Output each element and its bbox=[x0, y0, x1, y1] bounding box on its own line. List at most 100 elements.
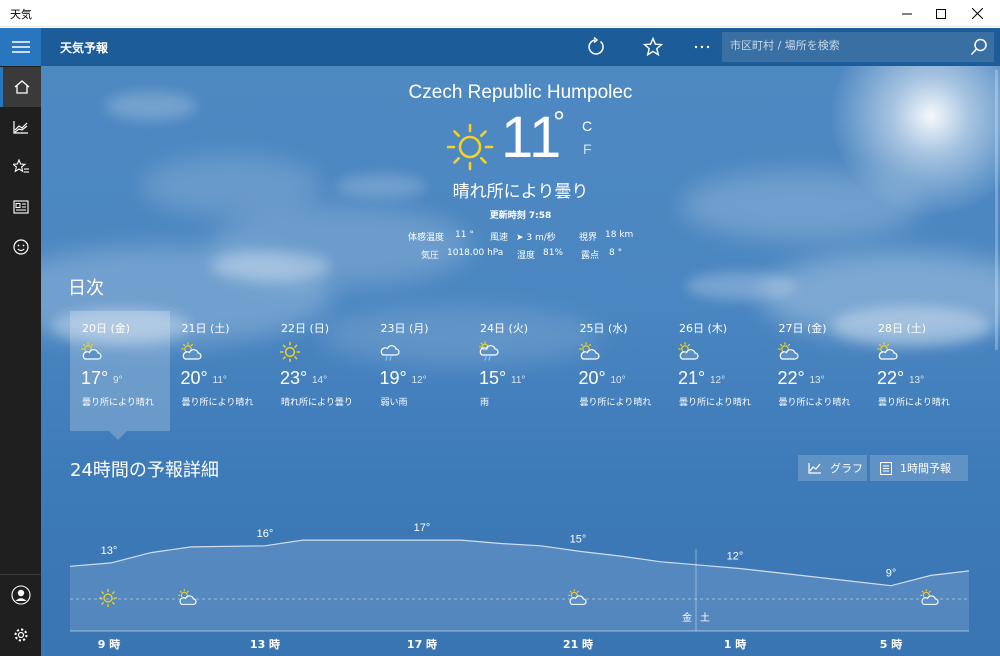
nav-home[interactable] bbox=[0, 67, 41, 107]
unit-fahrenheit-toggle[interactable]: F bbox=[583, 141, 592, 157]
settings-button[interactable] bbox=[0, 615, 41, 655]
more-icon bbox=[694, 45, 710, 49]
day-condition: 曇り所により晴れ bbox=[579, 398, 652, 408]
app-header: 天気予報 bbox=[0, 28, 1000, 66]
day-high: 15° bbox=[479, 368, 507, 388]
temperature-label: 17° bbox=[414, 522, 431, 534]
search-input[interactable] bbox=[730, 39, 960, 52]
day-low: 11° bbox=[511, 375, 526, 386]
time-label: 13 時 bbox=[250, 637, 280, 651]
day-high: 23° bbox=[280, 368, 308, 388]
day-condition: 弱い雨 bbox=[380, 398, 408, 408]
day-condition: 雨 bbox=[480, 398, 490, 408]
refresh-button[interactable] bbox=[584, 35, 608, 59]
nav-favorites[interactable] bbox=[0, 147, 41, 187]
list-icon bbox=[880, 461, 892, 475]
current-condition: 晴れ所により曇り bbox=[452, 182, 589, 202]
day-card[interactable]: 28日 (土) 22° 13° 曇り所により晴れ bbox=[866, 311, 966, 431]
day-card[interactable]: 25日 (水) 20° 10° 曇り所により晴れ bbox=[568, 311, 668, 431]
day-low: 9° bbox=[113, 375, 123, 386]
day-card[interactable]: 26日 (木) 21° 12° 曇り所により晴れ bbox=[667, 311, 767, 431]
account-button[interactable] bbox=[0, 575, 41, 615]
rain-icon bbox=[478, 341, 500, 367]
window-title: 天気 bbox=[10, 8, 32, 21]
visibility-label: 視界 bbox=[579, 233, 598, 243]
day-card[interactable]: 21日 (土) 20° 11° 曇り所により晴れ bbox=[170, 311, 270, 431]
feels-like-label: 体感温度 bbox=[408, 233, 445, 243]
time-label: 5 時 bbox=[880, 637, 902, 651]
temperature-label: 13° bbox=[101, 545, 118, 557]
sun-icon bbox=[279, 341, 301, 367]
day-date: 25日 (水) bbox=[579, 322, 628, 335]
day-date: 26日 (木) bbox=[679, 322, 728, 335]
wind-label: 風速 bbox=[490, 233, 509, 243]
more-options-button[interactable] bbox=[690, 35, 714, 59]
unit-celsius-toggle[interactable]: C bbox=[582, 118, 592, 134]
temperature-label: 15° bbox=[570, 534, 587, 546]
partly-cloudy-icon bbox=[80, 341, 102, 367]
close-icon bbox=[971, 8, 983, 19]
day-low: 13° bbox=[809, 375, 825, 386]
partly-cloudy-icon bbox=[180, 341, 202, 367]
graph-button-label: グラフ bbox=[830, 462, 863, 475]
news-icon bbox=[12, 200, 29, 214]
nav-life[interactable] bbox=[0, 227, 41, 267]
sun-icon bbox=[446, 123, 494, 171]
minimize-icon bbox=[902, 13, 912, 14]
day-card[interactable]: 24日 (火) 15° 11° 雨 bbox=[468, 311, 568, 431]
temperature-area bbox=[70, 540, 969, 631]
humidity-value: 81% bbox=[543, 248, 564, 258]
hourly-section-title: 24時間の予報詳細 bbox=[70, 460, 219, 481]
partly-cloudy-icon bbox=[677, 341, 699, 367]
day-date: 24日 (火) bbox=[480, 322, 529, 335]
feels-like-value: 11 ° bbox=[455, 230, 474, 240]
day-high: 20° bbox=[578, 368, 606, 388]
location-name: Czech Republic Humpolec bbox=[408, 82, 633, 103]
app-title: 天気予報 bbox=[60, 41, 109, 55]
day-card[interactable]: 22日 (日) 23° 14° 晴れ所により曇り bbox=[269, 311, 369, 431]
chart-icon bbox=[12, 121, 28, 134]
wind-value: ➤ 3 m/秒 bbox=[516, 233, 556, 243]
day-condition: 曇り所により晴れ bbox=[679, 398, 751, 408]
hourly-chart: 金土 13° 16° 17° 15° 12° 9° 9 時 13 時 17 時 21 時 1 時 5 時 bbox=[69, 522, 970, 651]
nav-historical[interactable] bbox=[0, 107, 41, 147]
partly-cloudy-icon bbox=[568, 589, 587, 605]
hourly-list-button[interactable]: 1時間予報 bbox=[870, 455, 968, 481]
search-button[interactable] bbox=[968, 36, 990, 58]
close-button[interactable] bbox=[954, 0, 1000, 27]
updated-time: 更新時刻 7:58 bbox=[489, 211, 552, 221]
pressure-value: 1018.00 hPa bbox=[447, 248, 504, 258]
day-high: 21° bbox=[678, 368, 706, 388]
sun-icon bbox=[98, 588, 118, 608]
day-low: 11° bbox=[212, 375, 227, 386]
time-label: 21 時 bbox=[563, 637, 593, 651]
search-icon bbox=[970, 38, 987, 56]
day-condition: 曇り所により晴れ bbox=[878, 398, 950, 408]
time-label: 1 時 bbox=[724, 637, 746, 651]
day-low: 12° bbox=[710, 375, 726, 386]
day-high: 22° bbox=[877, 368, 905, 388]
day-date: 22日 (日) bbox=[281, 322, 330, 335]
search-box bbox=[722, 32, 994, 62]
time-label: 9 時 bbox=[98, 637, 120, 651]
day-card[interactable]: 20日 (金) 17° 9° 曇り所により晴れ bbox=[70, 311, 170, 431]
temperature-label: 9° bbox=[886, 568, 897, 580]
graph-view-button[interactable]: グラフ bbox=[798, 455, 867, 481]
day-high: 22° bbox=[777, 368, 805, 388]
nav-news[interactable] bbox=[0, 187, 41, 227]
hamburger-menu-button[interactable] bbox=[0, 28, 41, 66]
navigation-rail bbox=[0, 66, 41, 656]
day-date: 20日 (金) bbox=[82, 322, 131, 335]
favorite-button[interactable] bbox=[641, 35, 665, 59]
day-card[interactable]: 23日 (月) 19° 12° 弱い雨 bbox=[369, 311, 469, 431]
day-marker-sat: 土 bbox=[700, 611, 710, 624]
hamburger-icon bbox=[11, 41, 30, 53]
dew-point-label: 露点 bbox=[581, 251, 600, 261]
degree-symbol: ° bbox=[553, 106, 565, 139]
day-high: 19° bbox=[379, 368, 407, 388]
hourly-button-label: 1時間予報 bbox=[900, 462, 951, 475]
gear-icon bbox=[14, 628, 27, 642]
day-card[interactable]: 27日 (金) 22° 13° 曇り所により晴れ bbox=[767, 311, 867, 431]
time-label: 17 時 bbox=[407, 637, 437, 651]
day-date: 21日 (土) bbox=[181, 322, 230, 335]
